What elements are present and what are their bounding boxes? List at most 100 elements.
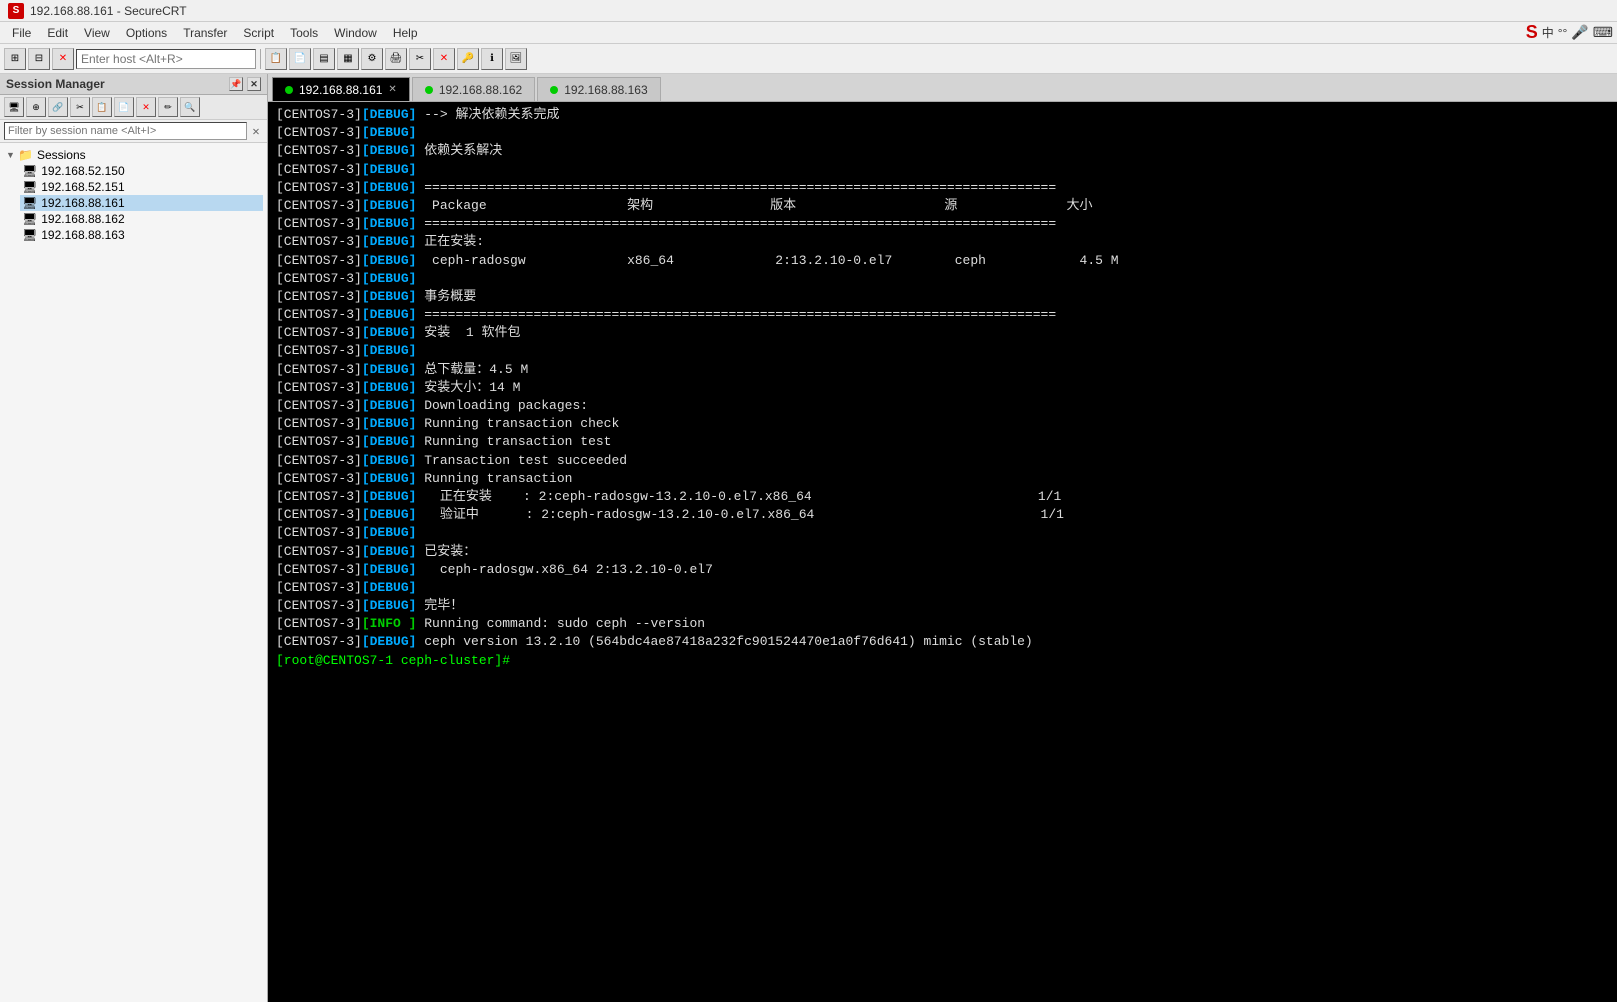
session-icon-2: 🖥 bbox=[22, 196, 37, 210]
main-layout: Session Manager 📌 ✕ 🖥 ⊕ 🔗 ✂ 📋 📄 ✕ ✏ 🔍 ✕ … bbox=[0, 74, 1617, 1002]
session-icon-0: 🖥 bbox=[22, 164, 37, 178]
app-icon: S bbox=[8, 3, 24, 19]
right-panel: 192.168.88.161 ✕ 192.168.88.162 192.168.… bbox=[268, 74, 1617, 1002]
filter-bar: ✕ bbox=[0, 120, 267, 143]
session-item-4[interactable]: 🖥 192.168.88.163 bbox=[20, 227, 263, 243]
session-btn-copy[interactable]: 📋 bbox=[92, 97, 112, 117]
systray-area: S 中 °° 🎤 ⌨ bbox=[1526, 22, 1613, 43]
terminal-line: [CENTOS7-3][DEBUG] 验证中 : 2:ceph-radosgw-… bbox=[276, 506, 1609, 524]
terminal-line: [CENTOS7-3][DEBUG] 安装 1 软件包 bbox=[276, 324, 1609, 342]
terminal-line: [CENTOS7-3][DEBUG] 安装大小：14 M bbox=[276, 379, 1609, 397]
session-btn-paste[interactable]: 📄 bbox=[114, 97, 134, 117]
toolbar-btn-3[interactable]: ✕ bbox=[52, 48, 74, 70]
terminal-line: [CENTOS7-3][DEBUG] bbox=[276, 270, 1609, 288]
tree-sessions-folder[interactable]: ▼ 📁 Sessions bbox=[4, 147, 263, 163]
menu-bar: File Edit View Options Transfer Script T… bbox=[0, 22, 1617, 44]
session-label-2: 192.168.88.161 bbox=[41, 196, 124, 210]
menu-window[interactable]: Window bbox=[326, 24, 385, 42]
toolbar-btn-9[interactable]: 🔑 bbox=[457, 48, 479, 70]
session-label-4: 192.168.88.163 bbox=[41, 228, 124, 242]
toolbar-btn-1[interactable]: ⊞ bbox=[4, 48, 26, 70]
panel-pin-btn[interactable]: 📌 bbox=[229, 77, 243, 91]
tab-label-0: 192.168.88.161 bbox=[299, 83, 382, 97]
session-icon-4: 🖥 bbox=[22, 228, 37, 242]
terminal-line: [CENTOS7-3][DEBUG] bbox=[276, 524, 1609, 542]
session-btn-3[interactable]: 🔗 bbox=[48, 97, 68, 117]
tree-expand-icon: ▼ bbox=[6, 150, 18, 160]
panel-close-btn[interactable]: ✕ bbox=[247, 77, 261, 91]
toolbar-btn-paste[interactable]: 📄 bbox=[289, 48, 311, 70]
terminal-line: [CENTOS7-3][DEBUG] 事务概要 bbox=[276, 288, 1609, 306]
terminal-line: [CENTOS7-3][DEBUG] =====================… bbox=[276, 306, 1609, 324]
tab-status-dot-0 bbox=[285, 86, 293, 94]
terminal-area: [CENTOS7-3][DEBUG] --> 解决依赖关系完成 [CENTOS7-… bbox=[268, 102, 1617, 1002]
session-btn-find[interactable]: 🔍 bbox=[180, 97, 200, 117]
terminal-line: [CENTOS7-3][DEBUG] Running transaction t… bbox=[276, 433, 1609, 451]
session-btn-cut[interactable]: ✂ bbox=[70, 97, 90, 117]
toolbar-btn-print[interactable]: 🖨 bbox=[385, 48, 407, 70]
terminal-line: [CENTOS7-3][DEBUG] bbox=[276, 161, 1609, 179]
session-panel: Session Manager 📌 ✕ 🖥 ⊕ 🔗 ✂ 📋 📄 ✕ ✏ 🔍 ✕ … bbox=[0, 74, 268, 1002]
menu-file[interactable]: File bbox=[4, 24, 39, 42]
session-panel-header: Session Manager 📌 ✕ bbox=[0, 74, 267, 95]
toolbar-btn-10[interactable]: ℹ bbox=[481, 48, 503, 70]
tab-close-0[interactable]: ✕ bbox=[388, 84, 396, 95]
terminal-line: [CENTOS7-3][DEBUG] Transaction test succ… bbox=[276, 452, 1609, 470]
menu-options[interactable]: Options bbox=[118, 24, 175, 42]
session-label-3: 192.168.88.162 bbox=[41, 212, 124, 226]
menu-view[interactable]: View bbox=[76, 24, 118, 42]
terminal-line: [CENTOS7-3][INFO ] Running command: sudo… bbox=[276, 615, 1609, 633]
session-item-0[interactable]: 🖥 192.168.52.150 bbox=[20, 163, 263, 179]
toolbar-btn-11[interactable]: 🖼 bbox=[505, 48, 527, 70]
toolbar-btn-copy[interactable]: 📋 bbox=[265, 48, 287, 70]
session-panel-header-buttons: 📌 ✕ bbox=[229, 77, 261, 91]
session-icon-1: 🖥 bbox=[22, 180, 37, 194]
terminal-line: [CENTOS7-3][DEBUG] 正在安装: bbox=[276, 233, 1609, 251]
menu-help[interactable]: Help bbox=[385, 24, 426, 42]
session-item-2[interactable]: 🖥 192.168.88.161 bbox=[20, 195, 263, 211]
terminal-line: [root@CENTOS7-1 ceph-cluster]# bbox=[276, 652, 1609, 670]
terminal-line: [CENTOS7-3][DEBUG] 依赖关系解决 bbox=[276, 142, 1609, 160]
host-input[interactable] bbox=[76, 49, 256, 69]
toolbar-btn-7[interactable]: ✂ bbox=[409, 48, 431, 70]
terminal-line: [CENTOS7-3][DEBUG] --> 解决依赖关系完成 bbox=[276, 106, 1609, 124]
session-btn-delete[interactable]: ✕ bbox=[136, 97, 156, 117]
terminal-line: [CENTOS7-3][DEBUG] 总下载量：4.5 M bbox=[276, 361, 1609, 379]
session-label-0: 192.168.52.150 bbox=[41, 164, 124, 178]
menu-transfer[interactable]: Transfer bbox=[175, 24, 235, 42]
toolbar: ⊞ ⊟ ✕ 📋 📄 ▤ ▦ ⚙ 🖨 ✂ ✕ 🔑 ℹ 🖼 bbox=[0, 44, 1617, 74]
session-item-1[interactable]: 🖥 192.168.52.151 bbox=[20, 179, 263, 195]
session-panel-title: Session Manager bbox=[6, 77, 105, 91]
menu-edit[interactable]: Edit bbox=[39, 24, 76, 42]
tree-children: 🖥 192.168.52.150 🖥 192.168.52.151 🖥 192.… bbox=[4, 163, 263, 243]
session-item-3[interactable]: 🖥 192.168.88.162 bbox=[20, 211, 263, 227]
tab-0[interactable]: 192.168.88.161 ✕ bbox=[272, 77, 410, 101]
session-btn-edit[interactable]: ✏ bbox=[158, 97, 178, 117]
terminal-line: [CENTOS7-3][DEBUG] 完毕！ bbox=[276, 597, 1609, 615]
session-toolbar: 🖥 ⊕ 🔗 ✂ 📋 📄 ✕ ✏ 🔍 bbox=[0, 95, 267, 120]
filter-clear-btn[interactable]: ✕ bbox=[249, 124, 263, 139]
session-tree: ▼ 📁 Sessions 🖥 192.168.52.150 🖥 192.168.… bbox=[0, 143, 267, 1002]
tab-1[interactable]: 192.168.88.162 bbox=[412, 77, 535, 101]
terminal-line: [CENTOS7-3][DEBUG] Package 架构 版本 源 大小 bbox=[276, 197, 1609, 215]
session-btn-new-tab[interactable]: ⊕ bbox=[26, 97, 46, 117]
toolbar-btn-2[interactable]: ⊟ bbox=[28, 48, 50, 70]
terminal-line: [CENTOS7-3][DEBUG] ceph-radosgw x86_64 2… bbox=[276, 252, 1609, 270]
terminal-content[interactable]: [CENTOS7-3][DEBUG] --> 解决依赖关系完成 [CENTOS7-… bbox=[268, 102, 1617, 1002]
terminal-line: [CENTOS7-3][DEBUG] 正在安装 : 2:ceph-radosgw… bbox=[276, 488, 1609, 506]
toolbar-btn-5[interactable]: ▦ bbox=[337, 48, 359, 70]
toolbar-btn-6[interactable]: ⚙ bbox=[361, 48, 383, 70]
tab-bar: 192.168.88.161 ✕ 192.168.88.162 192.168.… bbox=[268, 74, 1617, 102]
filter-input[interactable] bbox=[4, 122, 247, 140]
session-label-1: 192.168.52.151 bbox=[41, 180, 124, 194]
toolbar-btn-8[interactable]: ✕ bbox=[433, 48, 455, 70]
title-bar: S 192.168.88.161 - SecureCRT bbox=[0, 0, 1617, 22]
menu-tools[interactable]: Tools bbox=[282, 24, 326, 42]
toolbar-btn-4[interactable]: ▤ bbox=[313, 48, 335, 70]
session-btn-connect[interactable]: 🖥 bbox=[4, 97, 24, 117]
tab-label-2: 192.168.88.163 bbox=[564, 83, 647, 97]
tab-label-1: 192.168.88.162 bbox=[439, 83, 522, 97]
tab-2[interactable]: 192.168.88.163 bbox=[537, 77, 660, 101]
terminal-line: [CENTOS7-3][DEBUG] Downloading packages: bbox=[276, 397, 1609, 415]
menu-script[interactable]: Script bbox=[235, 24, 282, 42]
